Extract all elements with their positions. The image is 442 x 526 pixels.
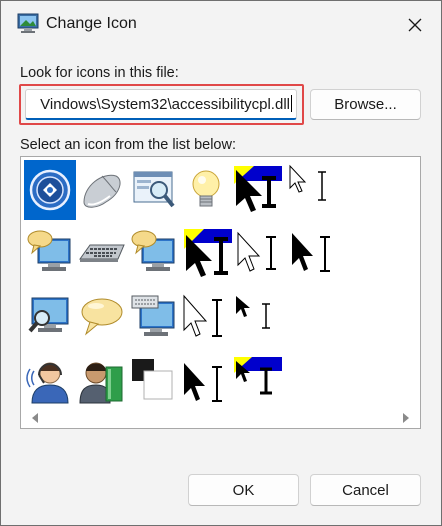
large-white-arrow-text-cursor-icon [237, 231, 276, 272]
close-icon [408, 18, 422, 32]
icon-cell[interactable] [232, 286, 284, 346]
icon-cell[interactable] [290, 223, 342, 283]
monitor-magnifier-icon [28, 297, 69, 333]
white-arrow-text-cursor-icon [289, 164, 326, 201]
speech-monitor-alt-icon [131, 230, 175, 271]
keyboard-monitor-icon [131, 295, 175, 336]
lightbulb-icon [192, 170, 220, 207]
ok-button[interactable]: OK [188, 474, 299, 506]
change-icon-dialog: Change Icon Look for icons in this file:… [0, 0, 442, 526]
person-book-icon [79, 362, 123, 404]
icon-cell[interactable] [76, 223, 128, 283]
browse-button[interactable]: Browse... [310, 89, 421, 120]
black-white-squares-icon [132, 359, 173, 400]
icon-cell[interactable] [128, 223, 180, 283]
icon-cell[interactable] [128, 160, 180, 220]
highlighted-cursor-text-icon [234, 166, 282, 212]
title-bar: Change Icon [1, 1, 441, 49]
file-label: Look for icons in this file: [20, 65, 179, 81]
text-caret [291, 95, 292, 112]
scroll-left-arrow-icon[interactable] [32, 413, 38, 423]
speech-bubble-icon [81, 298, 123, 336]
mouse-icon [83, 174, 121, 208]
icon-cell[interactable] [24, 349, 76, 409]
icon-cell[interactable] [76, 160, 128, 220]
window-title: Change Icon [46, 15, 137, 32]
ease-of-access-icon [29, 169, 71, 211]
magnifier-window-icon [133, 171, 175, 208]
horizontal-scrollbar[interactable] [24, 410, 417, 426]
change-icon-app-icon [17, 13, 39, 33]
icon-list-label: Select an icon from the list below: [20, 137, 236, 153]
large-black-arrow-text-cursor-icon [292, 233, 330, 272]
icon-cell[interactable] [180, 160, 232, 220]
icon-cell[interactable] [128, 349, 180, 409]
icon-cell[interactable] [180, 286, 232, 346]
speech-monitor-icon [27, 230, 71, 271]
icon-cell[interactable] [24, 286, 76, 346]
small-highlighted-cursor-text-icon [234, 357, 282, 395]
icon-cell[interactable] [180, 223, 236, 283]
person-headset-icon [26, 362, 69, 404]
icon-file-input[interactable]: Vindows\System32\accessibilitycpl.dll [25, 89, 297, 120]
scroll-right-arrow-icon[interactable] [403, 413, 409, 423]
icon-grid [24, 160, 417, 412]
cancel-button[interactable]: Cancel [310, 474, 421, 506]
icon-list[interactable] [20, 156, 421, 429]
icon-cell[interactable] [24, 160, 76, 220]
small-black-arrow-text-cursor-icon [236, 296, 270, 329]
icon-cell[interactable] [76, 349, 128, 409]
icon-file-value: Vindows\System32\accessibilitycpl.dll [40, 96, 290, 113]
white-arrow-text-cursor-icon [183, 294, 222, 337]
icon-cell[interactable] [232, 349, 286, 409]
icon-cell[interactable] [24, 223, 76, 283]
large-black-cursor-highlight-icon [184, 229, 232, 277]
black-arrow-text-cursor-icon [184, 363, 222, 402]
close-button[interactable] [401, 11, 429, 39]
icon-cell[interactable] [128, 286, 180, 346]
icon-cell[interactable] [232, 160, 288, 220]
icon-cell[interactable] [180, 349, 232, 409]
keyboard-icon [79, 244, 125, 262]
icon-cell[interactable] [288, 160, 338, 220]
icon-cell[interactable] [236, 223, 290, 283]
icon-cell[interactable] [76, 286, 128, 346]
